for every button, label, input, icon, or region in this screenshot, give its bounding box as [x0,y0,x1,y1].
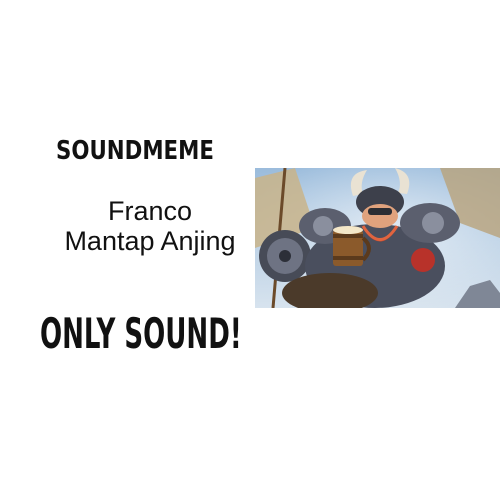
tagline: ONLY SOUND! [40,309,242,358]
hero-artwork [255,168,500,308]
title-line-2: Mantap Anjing [64,226,236,256]
brand-title: SOUNDMEME [56,136,214,166]
title-line-1: Franco [107,196,193,226]
viking-illustration [255,168,500,308]
title-block: Franco Mantap Anjing [40,196,260,256]
